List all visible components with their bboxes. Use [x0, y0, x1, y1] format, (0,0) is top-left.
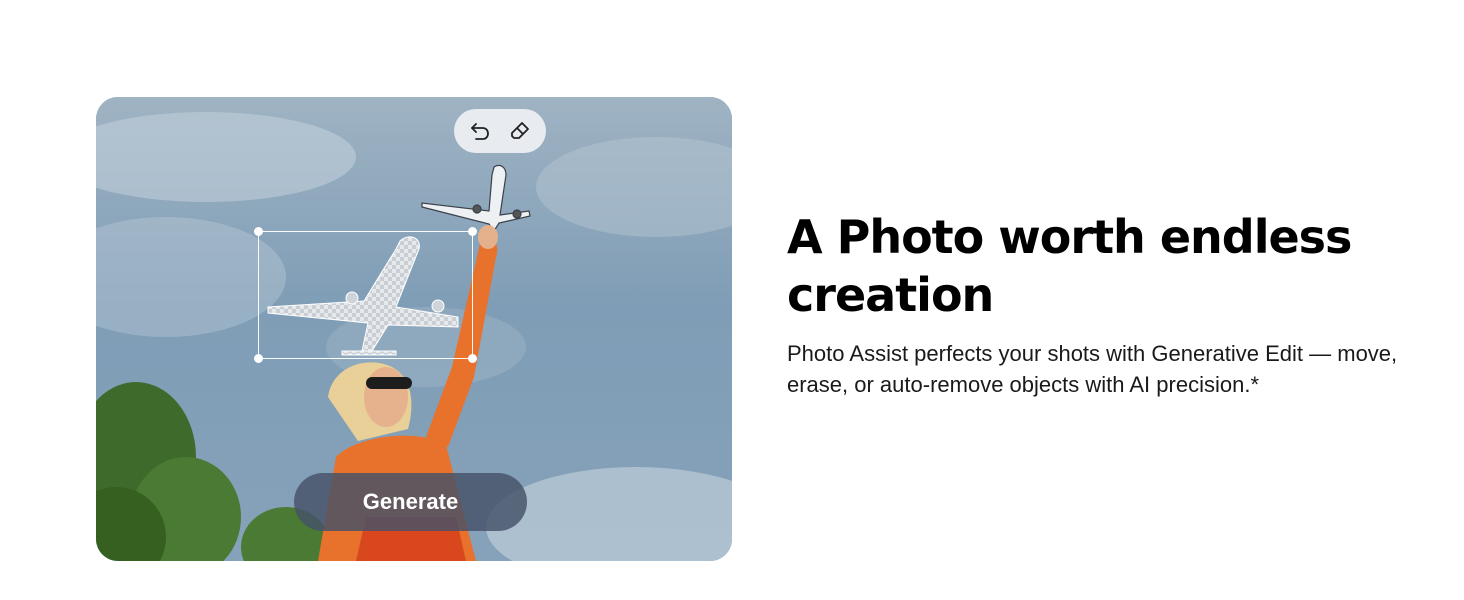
page: Generate A Photo worth endless creation … — [0, 0, 1464, 600]
resize-handle-bottom-right[interactable] — [468, 354, 477, 363]
selection-box[interactable] — [254, 227, 477, 363]
undo-button[interactable] — [467, 118, 493, 144]
undo-arrow-icon — [471, 123, 489, 140]
erase-button[interactable] — [507, 118, 533, 144]
eraser-icon — [511, 122, 529, 139]
description-text: Photo Assist perfects your shots with Ge… — [787, 341, 1398, 397]
edit-toolbar — [454, 109, 546, 153]
generate-button[interactable]: Generate — [294, 473, 527, 531]
headline: A Photo worth endless creation — [787, 210, 1352, 322]
resize-handle-top-right[interactable] — [468, 227, 477, 236]
photo-editor-preview: Generate — [96, 97, 732, 561]
resize-handle-top-left[interactable] — [254, 227, 263, 236]
resize-handle-bottom-left[interactable] — [254, 354, 263, 363]
